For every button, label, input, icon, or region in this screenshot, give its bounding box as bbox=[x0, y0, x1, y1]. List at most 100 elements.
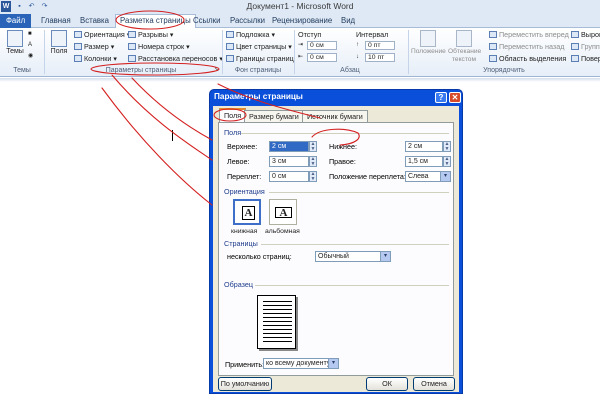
bring-forward-button[interactable]: Переместить вперед bbox=[489, 30, 569, 39]
gutter-input[interactable]: 0 см bbox=[269, 171, 309, 182]
ribbon-tabs: Файл Главная Вставка Разметка страницы С… bbox=[0, 13, 600, 29]
cancel-button[interactable]: Отмена bbox=[413, 377, 455, 391]
rotate-icon bbox=[571, 55, 579, 62]
margins-button[interactable]: Поля bbox=[48, 30, 70, 56]
divider bbox=[255, 285, 449, 286]
preview-line bbox=[263, 325, 292, 326]
breaks-icon bbox=[128, 31, 136, 38]
tab-review[interactable]: Рецензирование bbox=[272, 15, 332, 28]
bottom-margin-label: Нижнее: bbox=[329, 142, 357, 151]
themes-button[interactable]: Темы bbox=[4, 30, 26, 56]
bottom-margin-input[interactable]: 2 см bbox=[405, 141, 443, 152]
close-icon[interactable]: ✕ bbox=[449, 92, 461, 103]
set-default-button[interactable]: По умолчанию bbox=[218, 377, 272, 391]
dialog-body: Поля Размер бумаги Источник бумаги Поля … bbox=[213, 106, 459, 392]
indent-right-icon: ⇤ bbox=[298, 54, 304, 60]
preview-line bbox=[263, 333, 292, 334]
position-button[interactable]: Положение bbox=[411, 30, 446, 56]
selection-pane-button[interactable]: Область выделения bbox=[489, 54, 566, 63]
wrap-text-icon bbox=[456, 30, 472, 47]
preview-line bbox=[263, 305, 292, 306]
hyphenation-button[interactable]: Расстановка переносов ▾ bbox=[128, 54, 223, 63]
orientation-button[interactable]: Ориентация ▾ bbox=[74, 30, 130, 39]
tab-margins[interactable]: Поля bbox=[219, 108, 247, 123]
send-backward-icon bbox=[489, 43, 497, 50]
gutter-position-select[interactable]: Слева ▾ bbox=[405, 171, 451, 182]
right-margin-label: Правое: bbox=[329, 157, 356, 166]
spacing-after-icon: ↓ bbox=[356, 54, 359, 60]
apply-to-select[interactable]: ко всему документу ▾ bbox=[263, 358, 339, 369]
group-objects-button[interactable]: Групп bbox=[571, 42, 600, 51]
size-button[interactable]: Размер ▾ bbox=[74, 42, 114, 51]
watermark-button[interactable]: Подложка ▾ bbox=[226, 30, 275, 39]
left-margin-input[interactable]: 3 см bbox=[269, 156, 309, 167]
preview-line bbox=[263, 329, 292, 330]
theme-effects-icon[interactable]: ◉ bbox=[28, 52, 33, 61]
selection-pane-icon bbox=[489, 55, 497, 62]
multiple-pages-select[interactable]: Обычный ▾ bbox=[315, 251, 391, 262]
chevron-down-icon: ▾ bbox=[328, 359, 338, 368]
margins-icon bbox=[51, 30, 67, 47]
bottom-margin-spinner[interactable]: ▲ ▼ bbox=[443, 141, 451, 152]
theme-colors-icon[interactable]: ■ bbox=[28, 30, 32, 39]
section-margins: Поля bbox=[224, 128, 242, 137]
gutter-spinner[interactable]: ▲ ▼ bbox=[309, 171, 317, 182]
position-icon bbox=[420, 30, 436, 47]
tab-mailings[interactable]: Рассылки bbox=[230, 15, 265, 28]
columns-button[interactable]: Колонки ▾ bbox=[74, 54, 117, 63]
gutter-position-label: Положение переплета: bbox=[329, 172, 406, 181]
line-numbers-button[interactable]: Номера строк ▾ bbox=[128, 42, 190, 51]
tab-file[interactable]: Файл bbox=[0, 14, 32, 28]
watermark-icon bbox=[226, 31, 234, 38]
chevron-down-icon: ▾ bbox=[380, 252, 390, 261]
title-bar: W ▪ ↶ ↷ Документ1 - Microsoft Word bbox=[0, 0, 600, 13]
indent-right-input[interactable]: 0 см bbox=[307, 53, 337, 62]
spacing-before-input[interactable]: 0 пт bbox=[365, 41, 395, 50]
tab-references[interactable]: Ссылки bbox=[193, 15, 220, 28]
portrait-page-icon: A bbox=[242, 206, 255, 220]
rotate-button[interactable]: Повер bbox=[571, 54, 600, 63]
theme-fonts-icon[interactable]: A bbox=[28, 41, 32, 50]
page-borders-icon bbox=[226, 55, 234, 62]
size-icon bbox=[74, 43, 82, 50]
left-margin-spinner[interactable]: ▲ ▼ bbox=[309, 156, 317, 167]
divider bbox=[261, 244, 449, 245]
tab-insert[interactable]: Вставка bbox=[80, 15, 109, 28]
hyphenation-icon bbox=[128, 55, 136, 62]
top-margin-input[interactable]: 2 см bbox=[269, 141, 309, 152]
tab-home[interactable]: Главная bbox=[41, 15, 71, 28]
breaks-button[interactable]: Разрывы ▾ bbox=[128, 30, 174, 39]
group-label-page-setup[interactable]: Параметры страницы bbox=[62, 67, 220, 74]
tab-paper-source[interactable]: Источник бумаги bbox=[302, 110, 368, 122]
spacing-label: Интервал bbox=[356, 30, 389, 39]
tab-panel: Поля Верхнее: 2 см ▲ ▼ Нижнее: 2 см ▲ ▼ Ле… bbox=[218, 122, 454, 376]
divider bbox=[241, 133, 449, 134]
tab-view[interactable]: Вид bbox=[341, 15, 355, 28]
indent-left-input[interactable]: 0 см bbox=[307, 41, 337, 50]
landscape-page-icon: A bbox=[275, 207, 292, 219]
spacing-after-input[interactable]: 10 пт bbox=[365, 53, 395, 62]
align-button[interactable]: Выров bbox=[571, 30, 600, 39]
themes-icon bbox=[7, 30, 23, 47]
bring-forward-icon bbox=[489, 31, 497, 38]
section-preview: Образец bbox=[224, 280, 253, 289]
page-preview bbox=[257, 295, 296, 349]
page-setup-launcher-icon[interactable]: ↘ bbox=[214, 66, 219, 75]
right-margin-spinner[interactable]: ▲ ▼ bbox=[443, 156, 451, 167]
right-margin-input[interactable]: 1,5 см bbox=[405, 156, 443, 167]
page-color-button[interactable]: Цвет страницы ▾ bbox=[226, 42, 292, 51]
indent-label: Отступ bbox=[298, 30, 322, 39]
top-margin-spinner[interactable]: ▲ ▼ bbox=[309, 141, 317, 152]
tab-paper-size[interactable]: Размер бумаги bbox=[244, 110, 304, 122]
send-backward-button[interactable]: Переместить назад bbox=[489, 42, 564, 51]
portrait-button[interactable]: A bbox=[233, 199, 261, 225]
preview-line bbox=[263, 317, 292, 318]
ok-button[interactable]: ОК bbox=[366, 377, 408, 391]
help-icon[interactable]: ? bbox=[435, 92, 447, 103]
group-label-themes: Темы bbox=[13, 67, 31, 74]
preview-line bbox=[263, 301, 292, 302]
wrap-text-button[interactable]: Обтекание текстом bbox=[448, 30, 481, 64]
page-borders-button[interactable]: Границы страниц bbox=[226, 54, 294, 63]
landscape-button[interactable]: A bbox=[269, 199, 297, 225]
tab-page-layout[interactable]: Разметка страницы bbox=[115, 14, 196, 29]
